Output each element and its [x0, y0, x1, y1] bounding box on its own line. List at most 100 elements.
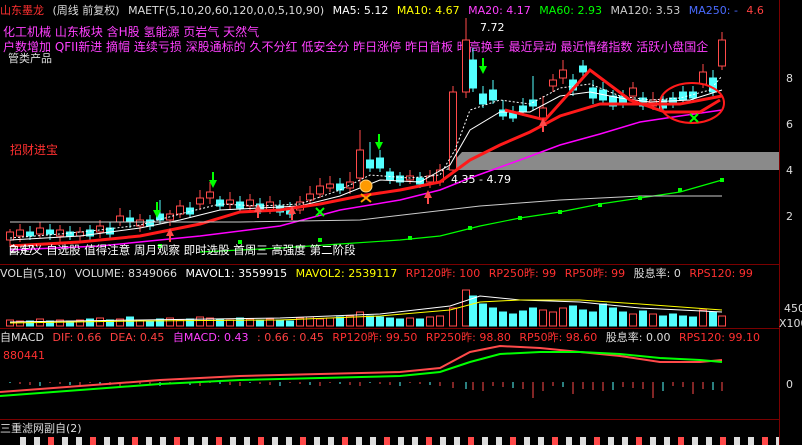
- separator-macd: [0, 419, 779, 420]
- candle-body: [226, 199, 234, 205]
- macd-axis-0: 0: [786, 378, 793, 391]
- volume-bar: [316, 318, 324, 327]
- filter-block: [160, 437, 166, 445]
- candle-body: [206, 191, 214, 199]
- filter-block: [692, 437, 698, 445]
- volume-bar: [396, 318, 404, 327]
- volume-bar: [519, 310, 527, 327]
- volume-bar: [76, 319, 84, 327]
- candle-body: [36, 227, 44, 235]
- filter-block: [426, 437, 432, 445]
- volume-bar: [296, 317, 304, 327]
- candle-body: [126, 217, 134, 223]
- support-zone: [444, 152, 779, 170]
- volume-bar: [426, 316, 434, 327]
- filter-block: [174, 437, 180, 445]
- candlestick-chart[interactable]: [0, 0, 779, 262]
- filter-block: [104, 437, 110, 445]
- volume-bar: [659, 315, 667, 327]
- filter-block: [356, 437, 362, 445]
- volume-bar: [16, 320, 24, 327]
- volume-bar: [196, 316, 204, 327]
- volume-title[interactable]: VOL自(5,10): [0, 267, 66, 280]
- volume-bar: [629, 313, 637, 327]
- macd-code: 880441: [3, 349, 45, 362]
- volume-bar: [679, 315, 687, 327]
- vol-axis-450: 450: [784, 302, 802, 315]
- coin-icon: [359, 179, 373, 193]
- volume-bar: [26, 320, 34, 327]
- filter-block: [76, 437, 82, 445]
- volume-bar: [449, 307, 457, 327]
- filter-block: [748, 437, 754, 445]
- ma60-dot: [638, 196, 642, 200]
- macd-title[interactable]: 自MACD: [0, 331, 44, 344]
- volume-bar: [559, 307, 567, 327]
- candle-body: [346, 181, 354, 189]
- filter-block: [188, 437, 194, 445]
- volume-bar: [356, 311, 364, 327]
- filter-block: [146, 437, 152, 445]
- filter-block: [664, 437, 670, 445]
- candle-body: [326, 183, 334, 189]
- candle-body: [559, 69, 567, 79]
- mavol2-line: [9, 299, 723, 324]
- candle-body: [519, 105, 527, 113]
- filter-block: [496, 437, 502, 445]
- mavol1-value: MAVOL1: 3559915: [185, 267, 288, 280]
- volume-bar: [96, 317, 104, 327]
- ma60-dot: [468, 226, 472, 230]
- candle-body: [462, 39, 470, 93]
- volume-bar: [499, 311, 507, 327]
- macd-rps120: RPS120: 99.10: [679, 331, 760, 344]
- volume-bar: [489, 307, 497, 327]
- filter-block: [90, 437, 96, 445]
- candle-body: [699, 71, 707, 85]
- filter-block: [300, 437, 306, 445]
- filter-block: [440, 437, 446, 445]
- volume-bar: [569, 305, 577, 327]
- volume-bar: [699, 309, 707, 327]
- filter-block: [34, 437, 40, 445]
- bottom-title[interactable]: 三重滤网副自(2): [0, 422, 82, 435]
- volume-bar: [56, 319, 64, 327]
- candle-body: [539, 107, 547, 119]
- volume-bar: [266, 318, 274, 327]
- high-price-label: 7.72: [480, 21, 505, 34]
- volume-bar: [226, 319, 234, 327]
- vol-axis-x100: X100: [779, 317, 802, 330]
- volume-bar: [539, 309, 547, 327]
- dif-line: [0, 344, 723, 393]
- candle-body: [116, 215, 124, 223]
- axis-label-2: 2: [786, 210, 793, 223]
- vol-dividend: 股息率: 0: [633, 267, 681, 280]
- volume-bar: [639, 310, 647, 327]
- macd-vals: : 0.66 : 0.45: [257, 331, 324, 344]
- filter-block: [524, 437, 530, 445]
- volume-bar: [126, 316, 134, 327]
- filter-block: [622, 437, 628, 445]
- volume-bar: [286, 320, 294, 327]
- candle-body: [316, 185, 324, 195]
- candle-body: [306, 193, 314, 201]
- volume-value: VOLUME: 8349066: [74, 267, 177, 280]
- filter-block: [538, 437, 544, 445]
- filter-block: [608, 437, 614, 445]
- volume-bar: [146, 320, 154, 327]
- candle-body: [366, 159, 374, 169]
- candle-body: [449, 91, 457, 171]
- volume-bar: [216, 318, 224, 327]
- volume-bar: [186, 318, 194, 327]
- sell-arrow-icon: [479, 58, 487, 74]
- filter-block: [132, 437, 138, 445]
- volume-header: VOL自(5,10) VOLUME: 8349066 MAVOL1: 35599…: [0, 266, 779, 282]
- candle-body: [469, 59, 477, 89]
- candle-body: [489, 89, 497, 101]
- dea-line: [0, 351, 723, 397]
- filter-block: [398, 437, 404, 445]
- volume-bar: [619, 311, 627, 327]
- volume-bar: [649, 313, 657, 327]
- volume-bar: [416, 318, 424, 327]
- vol-rp50: RP50昨: 99: [564, 267, 626, 280]
- candle-body: [6, 231, 14, 241]
